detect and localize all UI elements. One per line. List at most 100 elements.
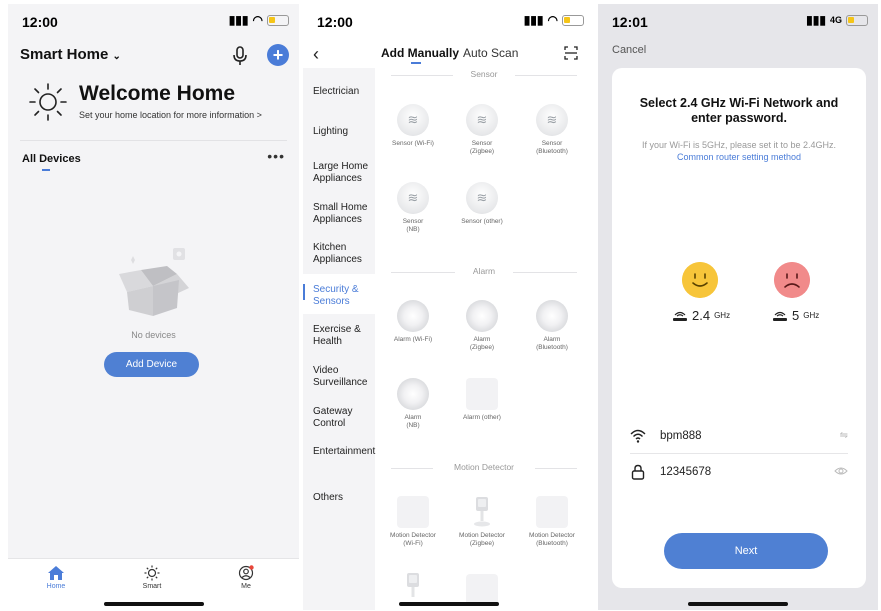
category-exercise-health[interactable]: Exercise & Health	[313, 324, 377, 348]
add-device-button[interactable]: Add Device	[104, 352, 199, 377]
category-others[interactable]: Others	[313, 492, 377, 504]
status-icons: ▮▮▮ ◠	[229, 13, 289, 27]
device-protocol: (Bluetooth)	[536, 148, 568, 155]
category-video-surveillance[interactable]: Video Surveillance	[313, 365, 377, 389]
section-line	[535, 468, 577, 469]
device-protocol: (Bluetooth)	[536, 540, 568, 547]
device-sensor-zigbee[interactable]: ≋ Sensor (Zigbee)	[451, 104, 513, 156]
device-alarm-zigbee[interactable]: Alarm (Zigbee)	[451, 300, 513, 352]
tab-add-manually[interactable]: Add Manually	[381, 46, 459, 60]
device-protocol: (Zigbee)	[469, 540, 495, 547]
status-bar: 12:00 ▮▮▮ ◠	[8, 4, 299, 40]
band-5ghz: 5 GHz	[772, 308, 819, 323]
device-alarm-other[interactable]: Alarm (other)	[451, 378, 513, 422]
status-time: 12:01	[612, 14, 648, 30]
home-icon	[48, 566, 64, 580]
device-name: Sensor (other)	[461, 218, 503, 225]
tab-home-label: Home	[46, 583, 66, 590]
wifi-title: Select 2.4 GHz Wi-Fi Network and enter p…	[639, 96, 839, 125]
chevron-right-icon: >	[256, 110, 262, 120]
device-alarm-wifi[interactable]: Alarm (Wi-Fi)	[382, 300, 444, 344]
home-indicator	[103, 602, 204, 606]
device-sensor-wifi[interactable]: ≋ Sensor (Wi-Fi)	[382, 104, 444, 148]
add-icon[interactable]: +	[267, 44, 289, 66]
placeholder-icon	[536, 496, 568, 528]
section-alarm-title: Alarm	[472, 266, 496, 276]
cancel-button[interactable]: Cancel	[612, 44, 646, 56]
category-entertainment[interactable]: Entertainment	[313, 446, 377, 458]
router-setting-link[interactable]: Common router setting method	[612, 152, 866, 162]
empty-box-illustration	[119, 248, 189, 316]
battery-icon	[562, 14, 584, 26]
ssid-field[interactable]: bpm888 ⇋	[630, 420, 848, 454]
status-bar: 12:01 ▮▮▮ 4G	[598, 4, 878, 40]
password-field[interactable]: 12345678	[630, 456, 848, 490]
band-24ghz: 2.4 GHz	[672, 308, 730, 323]
router-icon	[773, 311, 787, 321]
device-name: Motion Detector	[529, 532, 575, 539]
home-title: Smart Home	[20, 46, 109, 63]
device-motion-zigbee[interactable]: Motion Detector (Zigbee)	[451, 496, 513, 548]
category-lighting[interactable]: Lighting	[313, 126, 377, 138]
status-bar: 12:00 ▮▮▮ ◠	[303, 4, 594, 40]
wifi-setup-screen: 12:01 ▮▮▮ 4G Cancel Select 2.4 GHz Wi-Fi…	[598, 4, 878, 610]
home-selector[interactable]: Smart Home ⌄	[20, 46, 121, 63]
happy-face-icon	[682, 262, 718, 298]
section-sensor-title: Sensor	[470, 69, 498, 79]
tab-auto-scan[interactable]: Auto Scan	[463, 46, 518, 60]
tab-me[interactable]: Me	[226, 565, 266, 590]
eye-icon[interactable]	[834, 466, 848, 476]
wifi-card: Select 2.4 GHz Wi-Fi Network and enter p…	[612, 68, 866, 588]
category-security-sensors[interactable]: Security & Sensors	[313, 284, 377, 308]
scan-icon[interactable]	[564, 46, 578, 60]
category-large-home-appliances[interactable]: Large Home Appliances	[313, 161, 377, 185]
device-name: Sensor	[402, 218, 424, 225]
next-button[interactable]: Next	[664, 533, 828, 569]
home-location-link[interactable]: Set your home location for more informat…	[79, 110, 262, 120]
category-small-home-appliances[interactable]: Small Home Appliances	[313, 202, 377, 226]
device-name: Alarm	[543, 336, 561, 343]
device-sensor-other[interactable]: ≋ Sensor (other)	[451, 182, 513, 226]
more-icon[interactable]: •••	[267, 148, 285, 164]
signal-icon: ▮▮▮	[228, 13, 249, 27]
motion-detector-icon	[474, 497, 490, 527]
tab-home[interactable]: Home	[36, 565, 76, 590]
device-name: Alarm (other)	[463, 414, 501, 421]
category-kitchen-appliances[interactable]: Kitchen Appliances	[313, 242, 377, 266]
tab-indicator	[42, 169, 50, 171]
device-protocol: (Bluetooth)	[536, 344, 568, 351]
sensor-icon: ≋	[397, 182, 429, 214]
wifi-icon	[630, 429, 646, 443]
device-motion-wifi[interactable]: Motion Detector (Wi-Fi)	[382, 496, 444, 548]
device-sensor-bluetooth[interactable]: ≋ Sensor (Bluetooth)	[521, 104, 583, 156]
device-name: Sensor (Wi-Fi)	[392, 140, 434, 147]
status-icons: ▮▮▮ 4G	[806, 13, 868, 27]
device-motion-bluetooth[interactable]: Motion Detector (Bluetooth)	[521, 496, 583, 548]
device-name: Motion Detector	[390, 532, 436, 539]
band-unit: GHz	[803, 311, 820, 320]
tab-smart[interactable]: Smart	[132, 565, 172, 590]
device-alarm-bluetooth[interactable]: Alarm (Bluetooth)	[521, 300, 583, 352]
device-alarm-nb[interactable]: Alarm (NB)	[382, 378, 444, 430]
tab-all-devices[interactable]: All Devices	[22, 153, 81, 165]
wifi-hint: If your Wi-Fi is 5GHz, please set it to …	[641, 140, 837, 150]
sad-face-icon	[774, 262, 810, 298]
device-name: Motion Detector	[459, 532, 505, 539]
sun-icon	[144, 565, 160, 581]
signal-icon: ▮▮▮	[523, 13, 544, 27]
device-sensor-nb[interactable]: ≋ Sensor (NB)	[382, 182, 444, 234]
alarm-icon	[397, 378, 429, 410]
section-motion-title: Motion Detector	[454, 462, 514, 472]
microphone-icon[interactable]	[231, 46, 249, 66]
wifi-icon: ◠	[252, 13, 263, 27]
category-electrician[interactable]: Electrician	[313, 86, 377, 98]
device-name: Sensor	[471, 140, 493, 147]
home-location-text: Set your home location for more informat…	[79, 110, 255, 120]
back-icon[interactable]: ‹	[313, 44, 319, 65]
category-gateway-control[interactable]: Gateway Control	[313, 406, 377, 430]
band-unit: GHz	[714, 311, 731, 320]
section-line	[513, 272, 577, 273]
switch-network-icon[interactable]: ⇋	[840, 430, 848, 441]
sensor-icon: ≋	[466, 104, 498, 136]
network-type: 4G	[829, 15, 842, 25]
